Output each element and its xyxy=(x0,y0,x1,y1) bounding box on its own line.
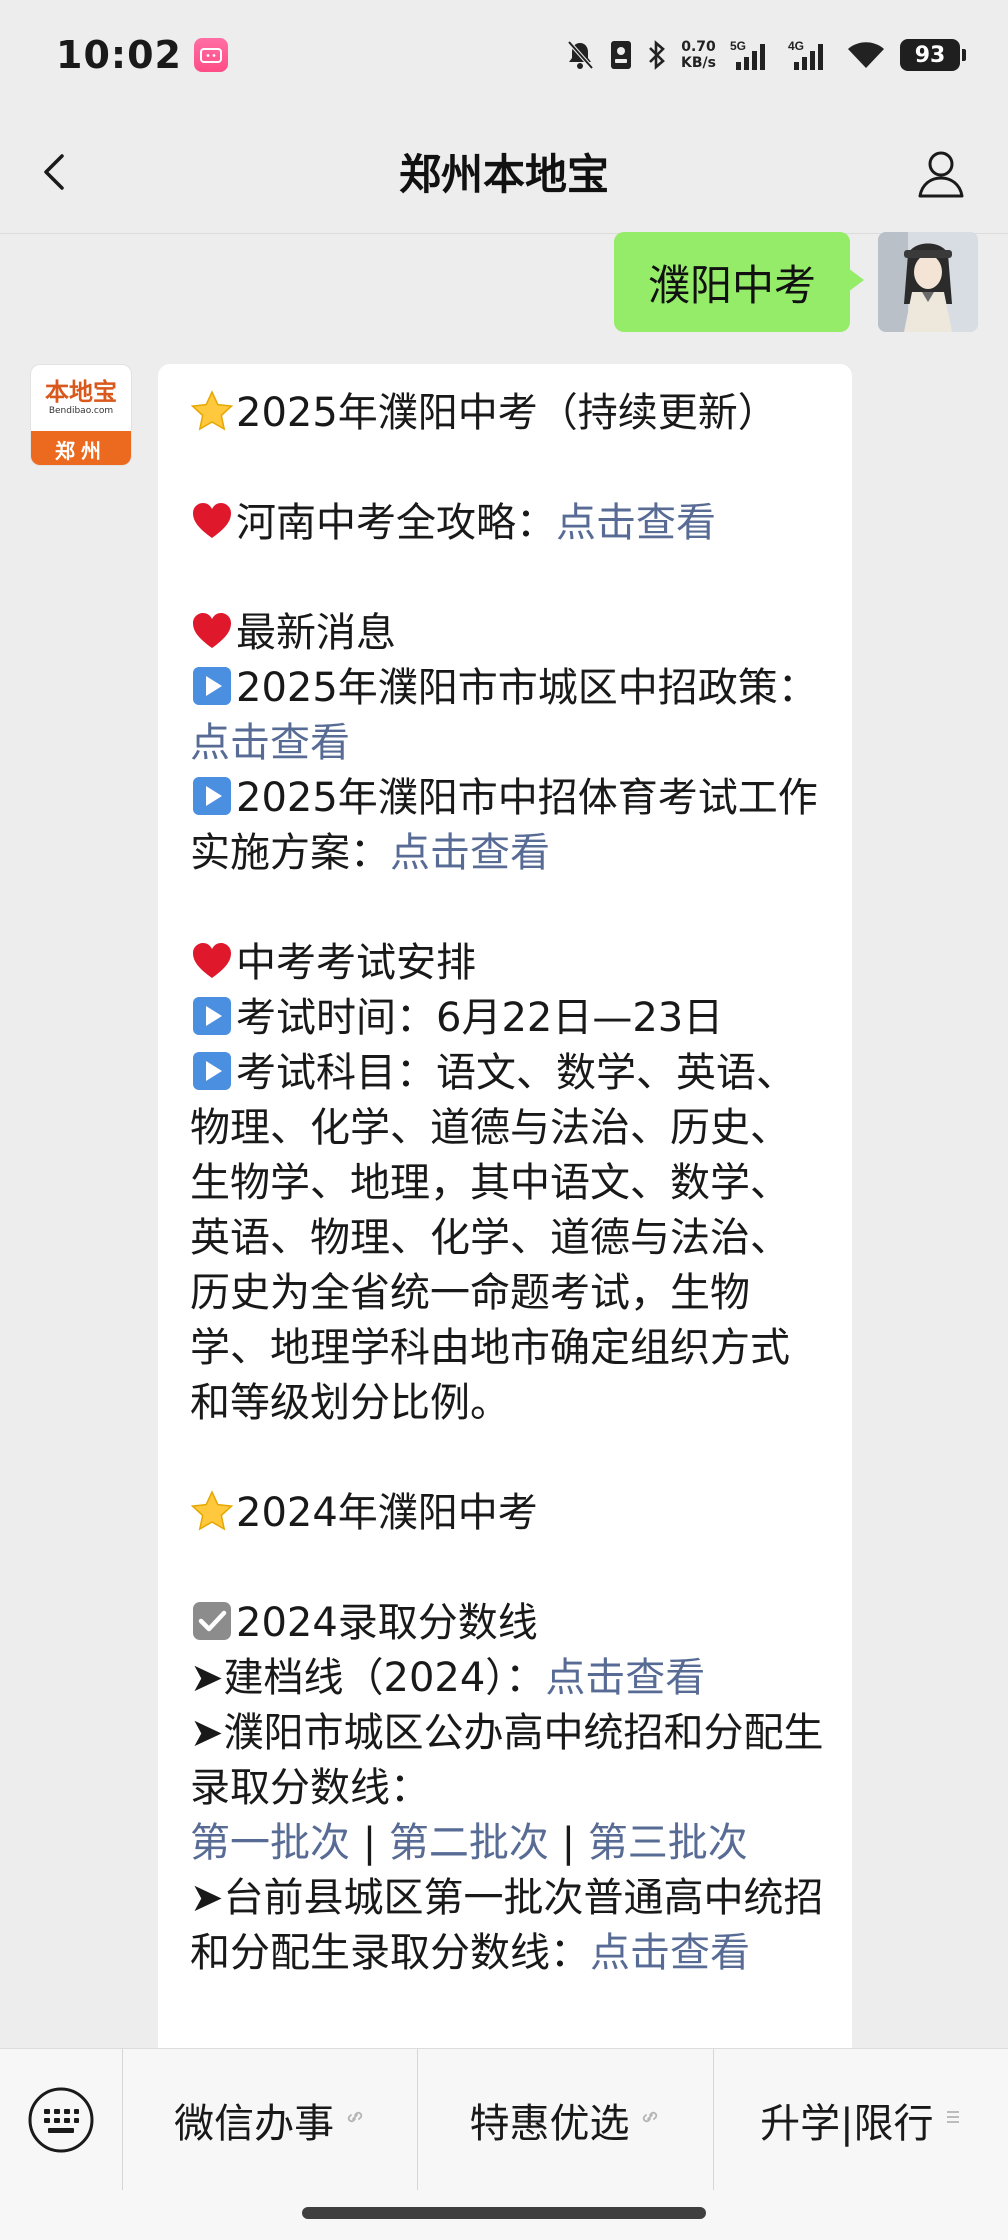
signal-5g-icon: 5G xyxy=(730,38,774,72)
status-bar: 10:02 0.70 KB/s 5G 4G 93 xyxy=(0,0,1008,110)
score-heading: 2024录取分数线 xyxy=(236,1600,538,1646)
link-icon xyxy=(344,2106,366,2134)
exam-time-line: 考试时间：6月22日—23日 xyxy=(190,991,828,1046)
sent-message-bubble[interactable]: 濮阳中考 xyxy=(613,232,865,332)
strategy-line: 河南中考全攻略：点击查看 xyxy=(190,496,828,551)
news-item-1-text: 2025年濮阳市市城区中招政策： xyxy=(236,665,818,711)
heart-icon xyxy=(193,613,231,648)
taiqian-link[interactable]: 点击查看 xyxy=(590,1930,750,1976)
batch-separator: | xyxy=(548,1820,588,1866)
batch-1-link[interactable]: 第一批次 xyxy=(190,1820,350,1866)
filing-line-link[interactable]: 点击查看 xyxy=(545,1655,705,1701)
brand-url: Bendibao.com xyxy=(48,406,114,416)
news-item-1-link[interactable]: 点击查看 xyxy=(190,720,350,766)
sim-card-icon xyxy=(609,39,633,71)
title-2024: 2024年濮阳中考 xyxy=(236,1490,538,1536)
network-speed: 0.70 KB/s xyxy=(681,39,716,71)
schedule-heading-line: 中考考试安排 xyxy=(190,936,828,991)
news-item-1: 2025年濮阳市市城区中招政策： 点击查看 xyxy=(190,661,828,771)
news-item-2: 2025年濮阳市中招体育考试工作实施方案：点击查看 xyxy=(190,771,828,881)
bluetooth-icon xyxy=(647,39,667,71)
title-2024-line: 2024年濮阳中考 xyxy=(190,1486,828,1541)
svg-text:5G: 5G xyxy=(730,39,746,53)
chat-header: 郑州本地宝 xyxy=(0,110,1008,234)
bilibili-app-icon xyxy=(193,38,228,72)
filing-line-text: ➤建档线（2024）： xyxy=(190,1655,546,1701)
brand-logo: 本地宝 Bendibao.com xyxy=(31,365,131,431)
heart-icon xyxy=(193,943,231,978)
menu-item-label: 微信办事 xyxy=(174,2100,335,2147)
batch-links: 第一批次 | 第二批次 | 第三批次 xyxy=(190,1816,828,1871)
play-button-icon xyxy=(193,1052,231,1090)
batch-separator: | xyxy=(350,1820,389,1866)
message-title-line: 2025年濮阳中考（持续更新） xyxy=(190,386,828,441)
user-avatar[interactable] xyxy=(878,232,978,332)
signal-4g-icon: 4G xyxy=(788,38,832,72)
filing-line: ➤建档线（2024）：点击查看 xyxy=(190,1651,828,1706)
official-account-avatar[interactable]: 本地宝 Bendibao.com 郑州 xyxy=(30,364,132,466)
news-heading: 最新消息 xyxy=(236,610,396,656)
schedule-heading: 中考考试安排 xyxy=(236,940,476,986)
exam-time: 考试时间：6月22日—23日 xyxy=(236,995,724,1041)
status-time: 10:02 xyxy=(56,33,182,77)
star-icon xyxy=(190,390,234,431)
sent-message-text: 濮阳中考 xyxy=(647,260,816,310)
news-item-2-link[interactable]: 点击查看 xyxy=(390,830,550,876)
batch-3-link[interactable]: 第三批次 xyxy=(588,1820,748,1866)
news-heading-line: 最新消息 xyxy=(190,606,828,661)
submenu-icon xyxy=(944,2107,962,2132)
home-indicator[interactable] xyxy=(302,2207,706,2219)
keyboard-toggle-button[interactable] xyxy=(0,2049,122,2191)
message-title: 2025年濮阳中考（持续更新） xyxy=(236,390,778,436)
city-score-text: ➤濮阳市城区公办高中统招和分配生录取分数线： xyxy=(190,1710,824,1811)
received-message-bubble: 2025年濮阳中考（持续更新） 河南中考全攻略：点击查看 最新消息 2025年濮… xyxy=(158,364,852,2064)
taiqian-line: ➤台前县城区第一批次普通高中统招和分配生录取分数线：点击查看 xyxy=(190,1871,828,1981)
wifi-icon xyxy=(846,40,886,70)
play-button-icon xyxy=(193,777,231,815)
profile-icon[interactable] xyxy=(914,146,968,200)
city-score-line: ➤濮阳市城区公办高中统招和分配生录取分数线： xyxy=(190,1706,828,1816)
back-arrow-icon[interactable] xyxy=(34,150,78,194)
menu-item-label: 特惠优选 xyxy=(469,2100,630,2147)
batch-2-link[interactable]: 第二批次 xyxy=(389,1820,549,1866)
strategy-link[interactable]: 点击查看 xyxy=(556,500,716,546)
keyboard-icon xyxy=(28,2087,94,2152)
battery-indicator: 93 xyxy=(900,39,966,71)
exam-subjects-line: 考试科目：语文、数学、英语、物理、化学、道德与法治、历史、生物学、地理，其中语文… xyxy=(190,1046,828,1431)
svg-text:4G: 4G xyxy=(788,39,804,53)
menu-item-education-traffic[interactable]: 升学|限行 xyxy=(712,2048,1008,2191)
play-button-icon xyxy=(193,667,231,705)
official-account-menu: 微信办事 特惠优选 升学|限行 xyxy=(0,2048,1008,2191)
score-heading-line: 2024录取分数线 xyxy=(190,1596,828,1651)
menu-item-label: 升学|限行 xyxy=(760,2100,934,2147)
mute-bell-icon xyxy=(565,39,595,71)
brand-name: 本地宝 xyxy=(45,378,117,406)
star-icon xyxy=(190,1490,234,1531)
heart-icon xyxy=(193,503,231,538)
checkbox-icon xyxy=(193,1602,231,1640)
play-button-icon xyxy=(193,997,231,1035)
menu-item-deals[interactable]: 特惠优选 xyxy=(417,2048,712,2191)
chat-title: 郑州本地宝 xyxy=(398,150,609,199)
sent-message-row: 濮阳中考 xyxy=(613,232,978,332)
exam-subjects: 考试科目：语文、数学、英语、物理、化学、道德与法治、历史、生物学、地理，其中语文… xyxy=(190,1050,796,1426)
menu-item-wechat-services[interactable]: 微信办事 xyxy=(122,2048,417,2191)
strategy-label: 河南中考全攻略： xyxy=(236,500,556,546)
brand-city: 郑州 xyxy=(31,431,131,465)
link-icon xyxy=(639,2106,661,2134)
